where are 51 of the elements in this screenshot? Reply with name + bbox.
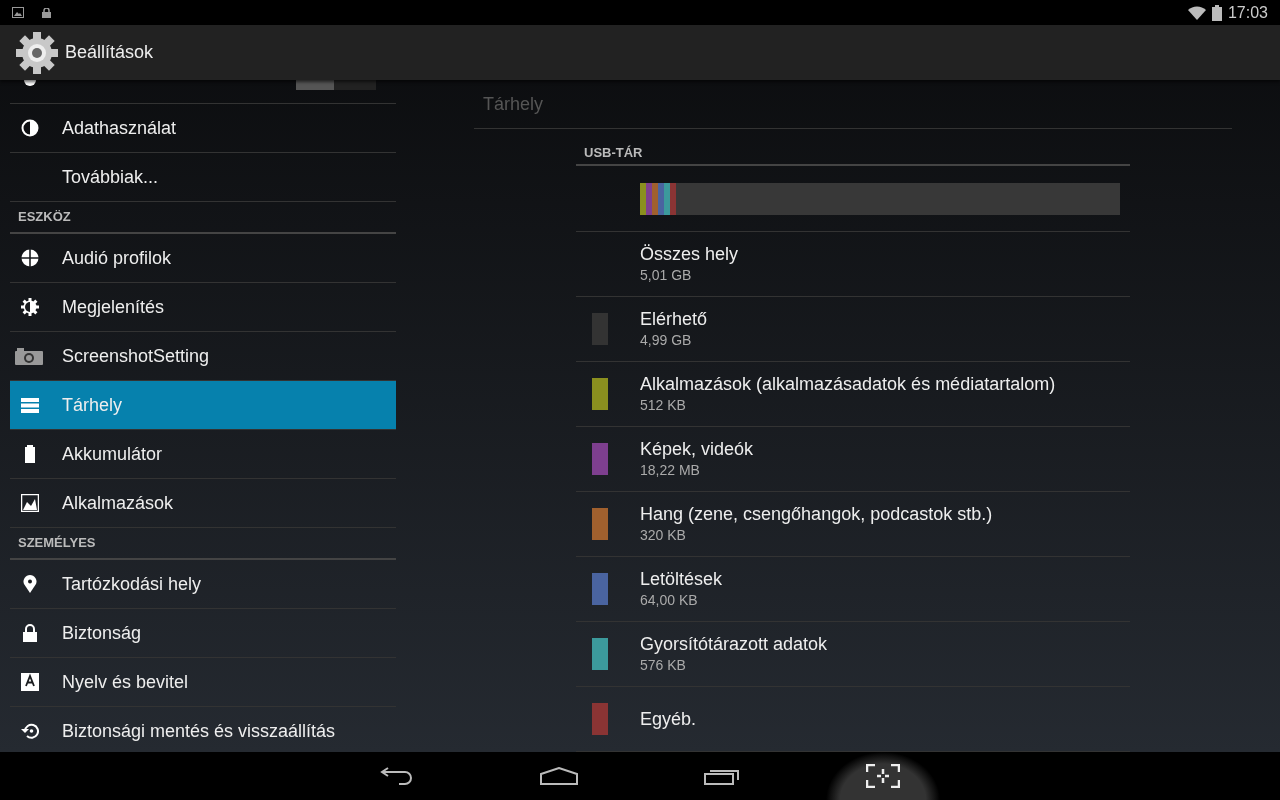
toggle-switch[interactable] bbox=[296, 80, 376, 90]
settings-item[interactable]: Nyelv és bevitel bbox=[10, 658, 396, 707]
recent-apps-icon[interactable] bbox=[704, 767, 740, 785]
screenshot-icon bbox=[866, 764, 900, 788]
storage-category: Elérhető bbox=[640, 308, 708, 330]
storage-size: 4,99 GB bbox=[640, 331, 693, 350]
settings-item[interactable]: Adathasználat bbox=[10, 104, 396, 153]
restore-icon bbox=[21, 722, 39, 740]
picture-notification-icon bbox=[12, 7, 24, 18]
app-title: Beállítások bbox=[65, 41, 154, 64]
storage-category: Összes hely bbox=[640, 243, 739, 265]
settings-item[interactable]: Biztonság bbox=[10, 609, 396, 658]
pie-chart-icon bbox=[21, 119, 39, 137]
storage-size: 320 KB bbox=[640, 526, 687, 545]
storage-category: Gyorsítótárazott adatok bbox=[640, 633, 828, 655]
settings-item[interactable]: Akkumulátor bbox=[10, 430, 396, 479]
section-header: ESZKÖZ bbox=[10, 202, 396, 234]
clock-time: 17:03 bbox=[1227, 2, 1268, 23]
camera-icon bbox=[15, 347, 43, 365]
storage-size: 576 KB bbox=[640, 656, 687, 675]
storage-category: Alkalmazások (alkalmazásadatok és médiatartalom) bbox=[640, 373, 1056, 395]
storage-size: 512 KB bbox=[640, 396, 687, 415]
lock-icon bbox=[21, 624, 39, 642]
settings-item[interactable]: Alkalmazások bbox=[10, 479, 396, 528]
apps-image-icon bbox=[21, 494, 39, 512]
battery-icon bbox=[1211, 4, 1222, 21]
storage-category: Képek, videók bbox=[640, 438, 754, 460]
segmented-circle-icon bbox=[21, 249, 39, 267]
settings-item[interactable]: Tartózkodási hely bbox=[10, 560, 396, 609]
section-header: USB-TÁR bbox=[576, 129, 1130, 166]
storage-category: Letöltések bbox=[640, 568, 723, 590]
brightness-icon bbox=[21, 298, 39, 316]
wifi-icon bbox=[1187, 5, 1206, 20]
storage-size: 5,01 GB bbox=[640, 266, 693, 285]
storage-icon bbox=[21, 396, 39, 414]
settings-item[interactable]: Megjelenítés bbox=[10, 283, 396, 332]
settings-item[interactable]: Továbbiak... bbox=[10, 153, 396, 202]
storage-category: Egyéb. bbox=[640, 708, 697, 730]
home-icon[interactable] bbox=[540, 767, 578, 785]
storage-category: Hang (zene, csengőhangok, podcastok stb.) bbox=[640, 503, 993, 525]
lock-icon bbox=[42, 7, 51, 18]
storage-size: 18,22 MB bbox=[640, 461, 701, 480]
settings-item[interactable]: Audió profilok bbox=[10, 234, 396, 283]
section-header: SZEMÉLYES bbox=[10, 528, 396, 560]
back-icon[interactable] bbox=[380, 767, 414, 785]
storage-size: 64,00 KB bbox=[640, 591, 699, 610]
keyboard-letter-icon bbox=[21, 673, 39, 691]
gear-icon[interactable] bbox=[15, 30, 59, 75]
location-pin-icon bbox=[21, 575, 39, 593]
settings-item[interactable]: Tárhely bbox=[10, 381, 396, 430]
page-title: Tárhely bbox=[474, 80, 1232, 129]
